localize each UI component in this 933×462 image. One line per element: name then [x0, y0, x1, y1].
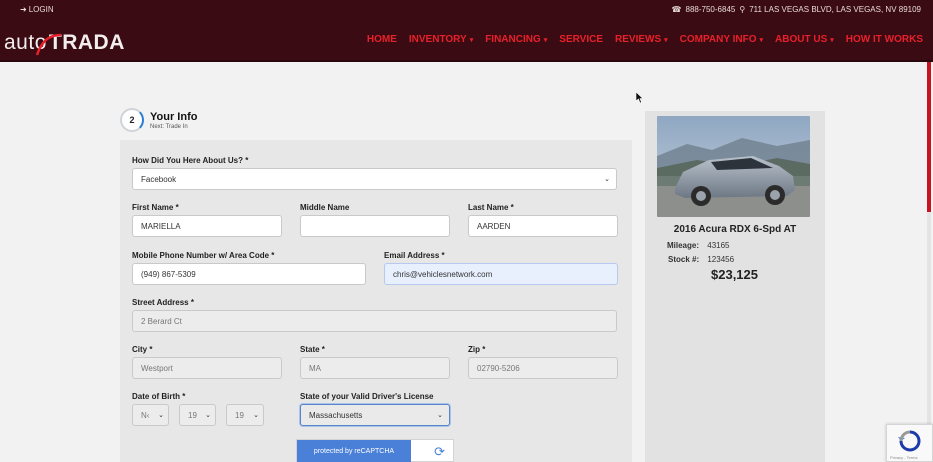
dob-year-select[interactable]: 19 ⌄ — [226, 404, 264, 426]
chevron-down-icon: ⌄ — [604, 176, 610, 183]
state-input[interactable]: MA — [300, 357, 450, 379]
heard-about-value: Facebook — [141, 174, 177, 184]
logo-swoosh-icon — [35, 33, 61, 56]
step-subtitle: Next: Trade In — [150, 123, 188, 130]
street-address-input[interactable]: 2 Berard Ct — [132, 310, 617, 332]
zip-input[interactable]: 02790-5206 — [468, 357, 618, 379]
vehicle-title: 2016 Acura RDX 6-Spd AT — [673, 224, 797, 235]
chevron-down-icon: ⌄ — [437, 412, 443, 419]
dob-month-select[interactable]: N‹ ⌄ — [132, 404, 169, 426]
last-name-input[interactable]: AARDEN — [468, 215, 618, 237]
phone-input[interactable]: (949) 867-5309 — [132, 263, 366, 285]
phone-label: Mobile Phone Number w/ Area Code * — [132, 251, 275, 260]
stock-value: 123456 — [707, 255, 735, 264]
login-icon: ➜ — [20, 5, 27, 14]
nav-item-home[interactable]: HOME — [367, 34, 397, 45]
first-name-input[interactable]: MARIELLA — [132, 215, 282, 237]
nav-item-about-us[interactable]: ABOUT US ▾ — [775, 34, 834, 45]
recaptcha-widget[interactable]: protected by reCAPTCHA ⟳ — [296, 439, 454, 462]
mouse-cursor-icon — [636, 92, 644, 104]
recaptcha-badge[interactable]: Privacy - Terms — [886, 424, 933, 462]
logo-text-strada: TRADA — [35, 31, 125, 56]
step-number-badge: 2 — [120, 108, 144, 132]
license-state-select[interactable]: Massachusetts ⌄ — [300, 404, 450, 426]
vehicle-price: $23,125 — [711, 267, 758, 282]
middle-name-label: Middle Name — [300, 203, 350, 212]
nav-item-service[interactable]: SERVICE — [559, 34, 603, 45]
nav-menu: HOME INVENTORY ▾ FINANCING ▾ SERVICE REVIE… — [367, 34, 923, 45]
heard-about-select[interactable]: Facebook ⌄ — [132, 168, 617, 190]
dob-label: Date of Birth * — [132, 392, 186, 401]
chevron-down-icon: ▾ — [469, 36, 474, 44]
chevron-down-icon: ▾ — [759, 36, 764, 44]
city-label: City * — [132, 345, 153, 354]
nav-item-reviews[interactable]: REVIEWS ▾ — [615, 34, 668, 45]
mileage-value: 43165 — [707, 241, 730, 250]
recaptcha-logo-icon: ⟳ — [434, 444, 445, 459]
chevron-down-icon: ▾ — [830, 36, 834, 44]
map-pin-icon: ⚲ — [739, 5, 746, 14]
state-label: State * — [300, 345, 325, 354]
top-bar: ➜ LOGIN ☎ 888-750-6845 ⚲ 711 LAS VEGAS B… — [0, 0, 933, 20]
mileage-label: Mileage: — [667, 241, 700, 250]
recaptcha-label: protected by reCAPTCHA — [297, 440, 411, 462]
recaptcha-privacy-terms[interactable]: Privacy - Terms — [890, 455, 917, 460]
stock-label: Stock #: — [668, 255, 700, 264]
street-address-label: Street Address * — [132, 298, 194, 307]
nav-item-company-info[interactable]: COMPANY INFO ▾ — [680, 34, 763, 45]
chevron-down-icon: ⌄ — [253, 412, 259, 419]
phone-icon: ☎ — [671, 5, 682, 14]
email-input[interactable]: chris@vehiclesnetwork.com — [384, 263, 618, 285]
license-state-label: State of your Valid Driver's License — [300, 392, 434, 401]
zip-label: Zip * — [468, 345, 486, 354]
step-indicator: 2 Your Info Next: Trade In — [120, 108, 197, 132]
email-label: Email Address * — [384, 251, 445, 260]
main-navbar: auto TRADA HOME INVENTORY ▾ FINANCING ▾ SE… — [0, 20, 933, 62]
step-title: Your Info — [150, 110, 198, 123]
chevron-down-icon: ▾ — [664, 36, 668, 44]
stock-row: Stock #: 123456 — [668, 255, 734, 264]
recaptcha-logo-icon — [898, 430, 921, 452]
nav-item-how-it-works[interactable]: HOW IT WORKS — [846, 34, 923, 45]
site-logo[interactable]: auto TRADA — [4, 25, 125, 56]
nav-item-financing[interactable]: FINANCING ▾ — [485, 34, 547, 45]
chevron-down-icon: ⌄ — [205, 412, 211, 419]
nav-item-inventory[interactable]: INVENTORY ▾ — [409, 34, 473, 45]
login-link[interactable]: ➜ LOGIN — [20, 5, 54, 14]
scrollbar-thumb[interactable] — [927, 62, 931, 212]
phone-number[interactable]: 888-750-6845 — [686, 5, 736, 14]
vehicle-photo — [657, 116, 810, 217]
heard-about-label: How Did You Here About Us? * — [132, 156, 249, 165]
vehicle-summary-card: 2016 Acura RDX 6-Spd AT Mileage: 43165 S… — [645, 111, 825, 462]
dealer-address[interactable]: 711 LAS VEGAS BLVD, LAS VEGAS, NV 89109 — [749, 5, 921, 14]
first-name-label: First Name * — [132, 203, 179, 212]
chevron-down-icon: ⌄ — [158, 412, 164, 419]
last-name-label: Last Name * — [468, 203, 514, 212]
city-input[interactable]: Westport — [132, 357, 282, 379]
login-label: LOGIN — [28, 5, 54, 14]
chevron-down-icon: ▾ — [543, 36, 548, 44]
dob-day-select[interactable]: 19 ⌄ — [179, 404, 216, 426]
contact-info: ☎ 888-750-6845 ⚲ 711 LAS VEGAS BLVD, LAS… — [672, 5, 921, 14]
middle-name-input[interactable] — [300, 215, 450, 237]
mileage-row: Mileage: 43165 — [667, 241, 730, 250]
